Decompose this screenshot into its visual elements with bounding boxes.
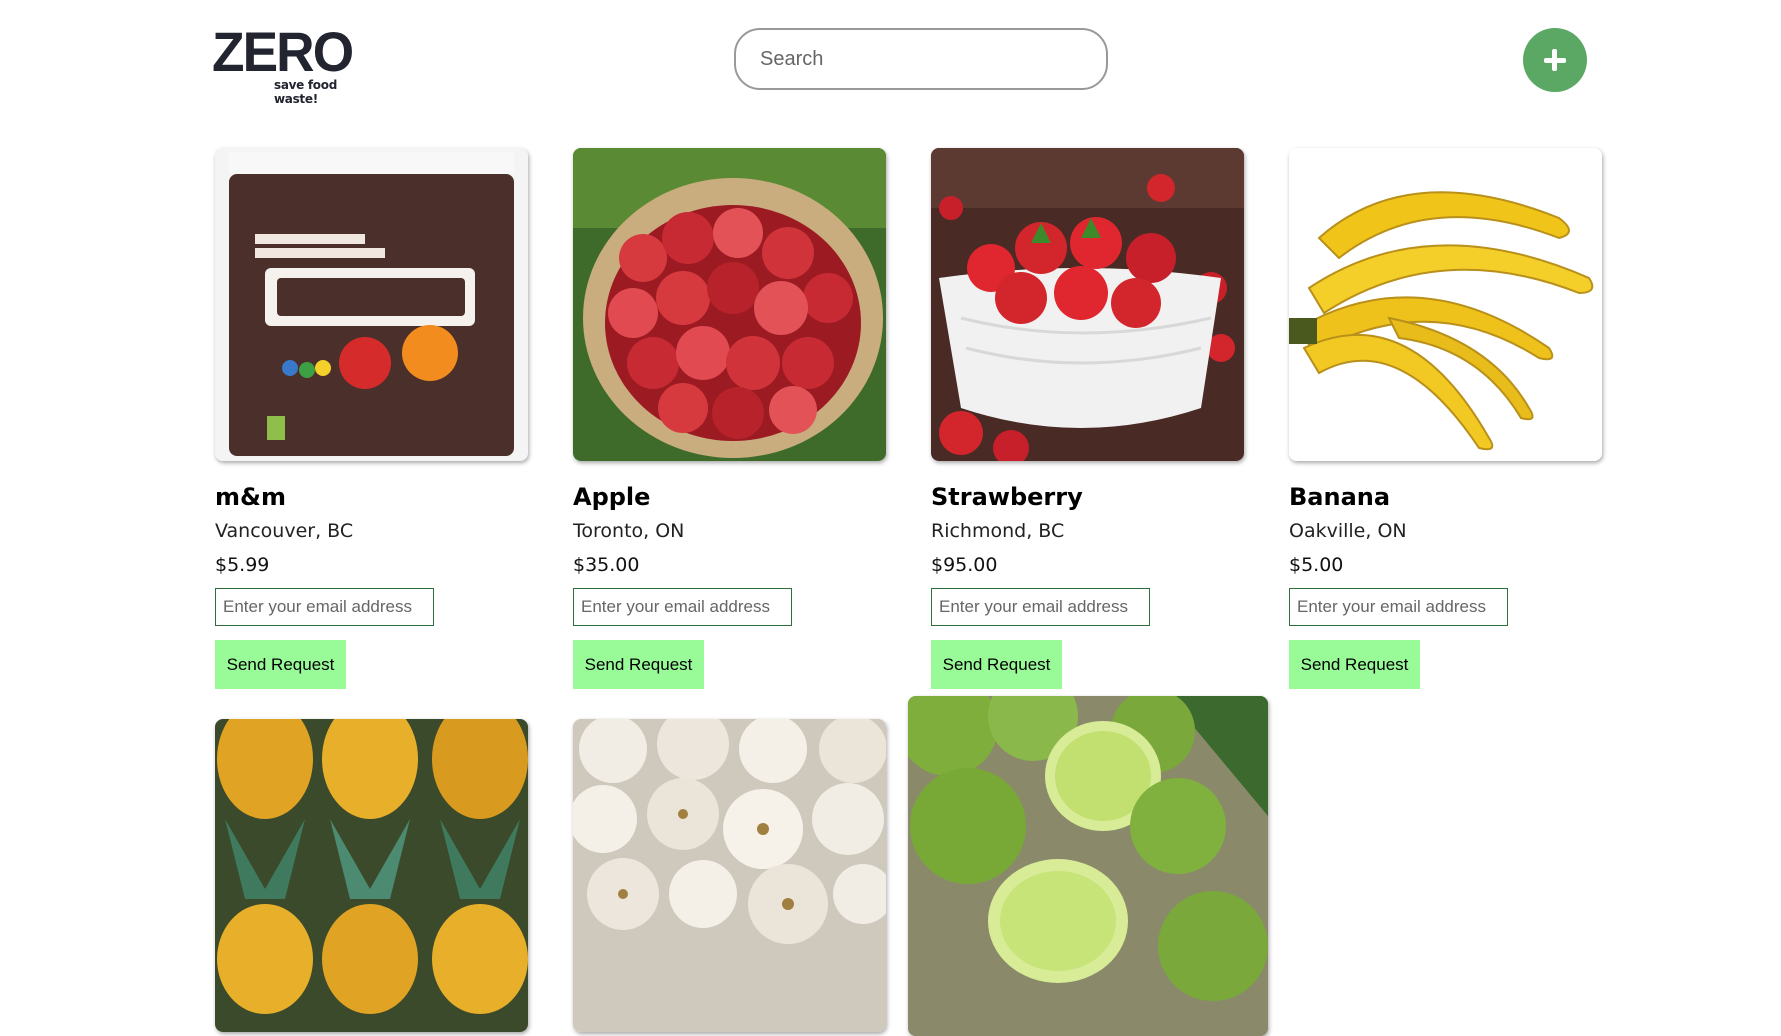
product-card bbox=[573, 719, 893, 1032]
product-card bbox=[908, 696, 1268, 1036]
product-name: Apple bbox=[573, 483, 651, 511]
product-name: Strawberry bbox=[931, 483, 1083, 511]
product-location: Oakville, ON bbox=[1289, 520, 1407, 542]
send-request-button[interactable]: Send Request bbox=[931, 640, 1062, 689]
product-price: $35.00 bbox=[573, 554, 640, 576]
send-request-button[interactable]: Send Request bbox=[1289, 640, 1420, 689]
product-card: Apple Toronto, ON $35.00 Send Request bbox=[573, 148, 893, 689]
email-field[interactable] bbox=[931, 588, 1150, 626]
product-price: $5.00 bbox=[1289, 554, 1344, 576]
send-request-button[interactable]: Send Request bbox=[215, 640, 346, 689]
product-price: $95.00 bbox=[931, 554, 998, 576]
product-image bbox=[573, 719, 886, 1032]
product-location: Toronto, ON bbox=[573, 520, 685, 542]
email-field[interactable] bbox=[1289, 588, 1508, 626]
add-item-button[interactable] bbox=[1523, 28, 1587, 92]
product-card: m&m Vancouver, BC $5.99 Send Request bbox=[215, 148, 535, 689]
product-image bbox=[215, 719, 528, 1032]
product-image bbox=[573, 148, 886, 461]
product-location: Vancouver, BC bbox=[215, 520, 354, 542]
product-image bbox=[1289, 148, 1602, 461]
product-image bbox=[908, 696, 1268, 1036]
search-input[interactable] bbox=[734, 28, 1108, 90]
product-card: Strawberry Richmond, BC $95.00 Send Requ… bbox=[931, 148, 1251, 689]
logo-wordmark: ZERO bbox=[212, 20, 354, 83]
logo[interactable]: ZERO save food waste! bbox=[212, 20, 372, 107]
product-card bbox=[215, 719, 535, 1032]
email-field[interactable] bbox=[215, 588, 434, 626]
product-image bbox=[931, 148, 1244, 461]
product-card: Banana Oakville, ON $5.00 Send Request bbox=[1289, 148, 1609, 689]
product-image bbox=[215, 148, 528, 461]
product-price: $5.99 bbox=[215, 554, 270, 576]
send-request-button[interactable]: Send Request bbox=[573, 640, 704, 689]
product-name: Banana bbox=[1289, 483, 1391, 511]
product-location: Richmond, BC bbox=[931, 520, 1065, 542]
logo-tagline: save food waste! bbox=[274, 78, 337, 106]
product-name: m&m bbox=[215, 483, 286, 511]
email-field[interactable] bbox=[573, 588, 792, 626]
